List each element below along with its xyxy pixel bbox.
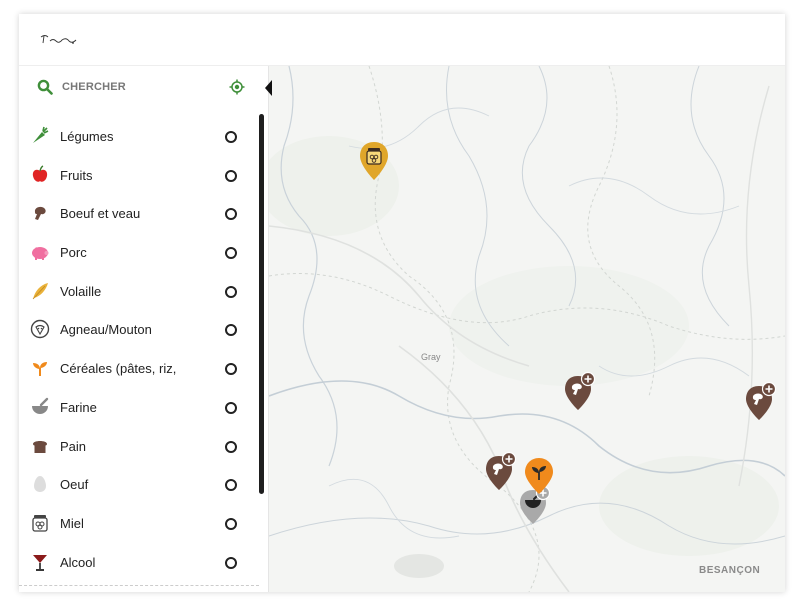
honey-jar-icon <box>32 514 48 532</box>
egg-icon <box>34 476 46 493</box>
app-window: CHERCHER Légumes Fruits Boeuf et veau Po… <box>19 14 785 592</box>
category-item-miel[interactable]: Miel <box>19 503 259 542</box>
sidebar-scrollbar[interactable] <box>259 114 264 494</box>
sheep-icon <box>30 320 50 339</box>
category-item-boeuf-et-veau[interactable]: Boeuf et veau <box>19 193 259 232</box>
category-item-porc[interactable]: Porc <box>19 232 259 271</box>
locate-icon[interactable] <box>229 79 245 95</box>
category-label: Farine <box>60 399 97 415</box>
category-item-oeuf[interactable]: Oeuf <box>19 464 259 503</box>
category-label: Pain <box>60 438 87 454</box>
category-item-fruits[interactable]: Fruits <box>19 155 259 194</box>
category-radio[interactable] <box>225 401 237 414</box>
category-radio[interactable] <box>225 131 237 143</box>
category-radio[interactable] <box>225 363 237 376</box>
category-label: Porc <box>60 245 87 261</box>
category-radio[interactable] <box>225 169 237 182</box>
place-label-besancon: BESANÇON <box>699 565 761 576</box>
category-radio[interactable] <box>225 517 237 530</box>
map-marker-beef[interactable] <box>744 380 778 424</box>
category-label: Fruits <box>60 167 93 183</box>
category-radio[interactable] <box>225 285 237 298</box>
sprout-icon <box>33 362 47 377</box>
category-label: Miel <box>60 515 84 531</box>
search-icon[interactable] <box>37 79 53 95</box>
category-item-volaille[interactable]: Volaille <box>19 271 259 310</box>
pig-icon <box>32 247 49 261</box>
category-label: Volaille <box>60 283 102 299</box>
category-label: Céréales (pâtes, riz, <box>60 361 177 377</box>
sidebar-divider <box>19 585 259 586</box>
category-label: Légumes <box>60 129 114 144</box>
place-label-gray: Gray <box>421 352 441 362</box>
bread-icon <box>33 440 47 453</box>
category-list: Légumes Fruits Boeuf et veau Porc Volail… <box>19 116 259 580</box>
category-item-pain[interactable]: Pain <box>19 426 259 465</box>
map-view[interactable]: Gray BESANÇON <box>269 66 785 592</box>
category-label: Boeuf et veau <box>60 206 141 222</box>
carrot-icon <box>33 126 49 143</box>
map-marker-honey[interactable] <box>357 140 391 184</box>
category-label: Alcool <box>60 554 96 570</box>
map-marker-cereals[interactable] <box>522 456 556 500</box>
category-item-legumes[interactable]: Légumes <box>19 116 259 155</box>
category-item-cereales[interactable]: Céréales (pâtes, riz, <box>19 348 259 387</box>
category-radio[interactable] <box>225 556 237 569</box>
category-label: Oeuf <box>60 477 89 493</box>
category-radio[interactable] <box>225 247 237 260</box>
category-item-farine[interactable]: Farine <box>19 387 259 426</box>
feather-icon <box>32 282 48 300</box>
logo[interactable] <box>39 33 79 47</box>
category-label: Agneau/Mouton <box>60 322 152 338</box>
category-sidebar: CHERCHER Légumes Fruits Boeuf et veau Po… <box>19 66 269 592</box>
apple-icon <box>32 165 48 182</box>
category-radio[interactable] <box>225 479 237 492</box>
category-radio[interactable] <box>225 440 237 453</box>
category-radio[interactable] <box>225 208 237 221</box>
category-radio[interactable] <box>225 324 237 337</box>
beef-icon <box>34 207 46 221</box>
collapse-sidebar-icon[interactable] <box>263 78 273 98</box>
cocktail-glass-icon <box>33 554 47 571</box>
header-bar <box>19 14 785 66</box>
category-item-alcool[interactable]: Alcool <box>19 542 259 581</box>
search-label[interactable]: CHERCHER <box>62 81 126 93</box>
mortar-icon <box>32 397 49 414</box>
map-marker-beef[interactable] <box>563 370 597 414</box>
map-marker-beef[interactable] <box>484 450 518 494</box>
search-bar[interactable]: CHERCHER <box>19 66 259 108</box>
category-item-agneau-mouton[interactable]: Agneau/Mouton <box>19 309 259 348</box>
